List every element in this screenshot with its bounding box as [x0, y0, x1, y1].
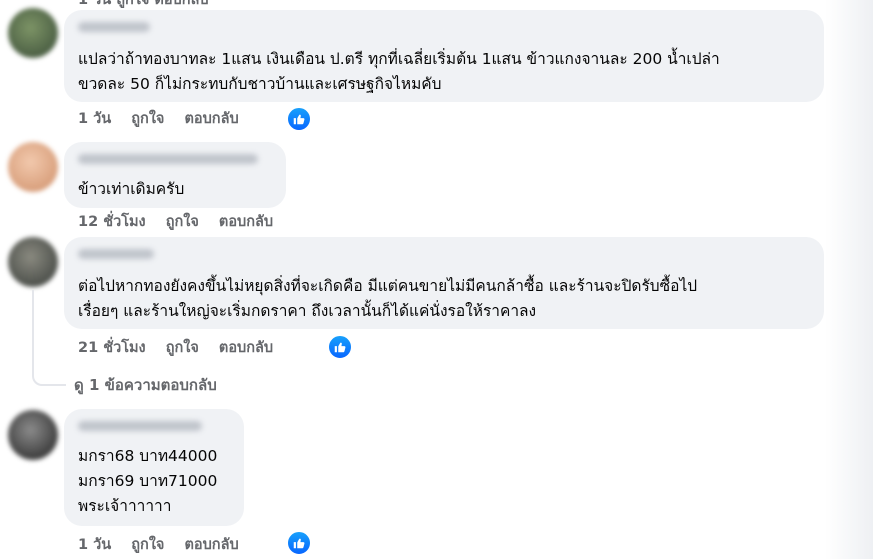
author-name-redacted[interactable]	[78, 249, 154, 259]
reply-button[interactable]: ตอบกลับ	[219, 211, 273, 233]
avatar[interactable]	[8, 8, 58, 58]
comment-text: ต่อไปหากทองยังคงขึ้นไม่หยุดสิ่งที่จะเกิด…	[78, 277, 698, 320]
like-button[interactable]: ถูกใจ	[131, 534, 164, 556]
like-button[interactable]: ถูกใจ	[131, 108, 164, 130]
comment-actions: 12 ชั่วโมง ถูกใจ ตอบกลับ	[78, 211, 288, 233]
thumbs-up-icon	[293, 114, 305, 125]
comment-text: มกรา68 บาท44000 มกรา69 บาท71000 พระเจ้าา…	[78, 447, 218, 515]
comment-time[interactable]: 12 ชั่วโมง	[78, 211, 146, 233]
page-edge-shadow	[825, 0, 873, 559]
reply-thread-line	[32, 290, 34, 364]
reply-thread-connector	[32, 362, 66, 386]
comment-time[interactable]: 1 วัน	[78, 108, 111, 130]
avatar[interactable]	[8, 142, 58, 192]
comment-text: แปลว่าถ้าทองบาทละ 1แสน เงินเดือน ป.ตรี ท…	[78, 50, 720, 93]
comment-time[interactable]: 21 ชั่วโมง	[78, 337, 146, 359]
thumbs-up-icon	[293, 538, 305, 549]
comment-actions: 1 วัน ถูกใจ ตอบกลับ	[78, 108, 254, 130]
reply-button[interactable]: ตอบกลับ	[184, 108, 238, 130]
like-button[interactable]: ถูกใจ	[166, 337, 199, 359]
comment-actions: 21 ชั่วโมง ถูกใจ ตอบกลับ	[78, 337, 288, 359]
reply-button[interactable]: ตอบกลับ	[219, 337, 273, 359]
avatar[interactable]	[8, 237, 58, 287]
comment-bubble: ต่อไปหากทองยังคงขึ้นไม่หยุดสิ่งที่จะเกิด…	[64, 237, 824, 329]
author-name-redacted[interactable]	[78, 421, 202, 431]
comment-bubble: มกรา68 บาท44000 มกรา69 บาท71000 พระเจ้าา…	[64, 409, 244, 526]
comment-actions: 1 วัน ถูกใจ ตอบกลับ	[78, 534, 254, 556]
thumbs-up-icon	[334, 342, 346, 353]
comment-text: ข้าวเท่าเดิมครับ	[78, 180, 185, 198]
view-replies-link[interactable]: ดู 1 ข้อความตอบกลับ	[74, 374, 217, 396]
comment-bubble: แปลว่าถ้าทองบาทละ 1แสน เงินเดือน ป.ตรี ท…	[64, 10, 824, 102]
like-button[interactable]: ถูกใจ	[166, 211, 199, 233]
like-icon[interactable]	[287, 107, 311, 131]
author-name-redacted[interactable]	[78, 154, 258, 164]
comment-bubble: ข้าวเท่าเดิมครับ	[64, 142, 286, 208]
like-icon[interactable]	[328, 335, 352, 359]
reply-button[interactable]: ตอบกลับ	[184, 534, 238, 556]
author-name-redacted[interactable]	[78, 22, 150, 32]
comment-time[interactable]: 1 วัน	[78, 534, 111, 556]
like-icon[interactable]	[287, 531, 311, 555]
avatar[interactable]	[8, 410, 58, 460]
